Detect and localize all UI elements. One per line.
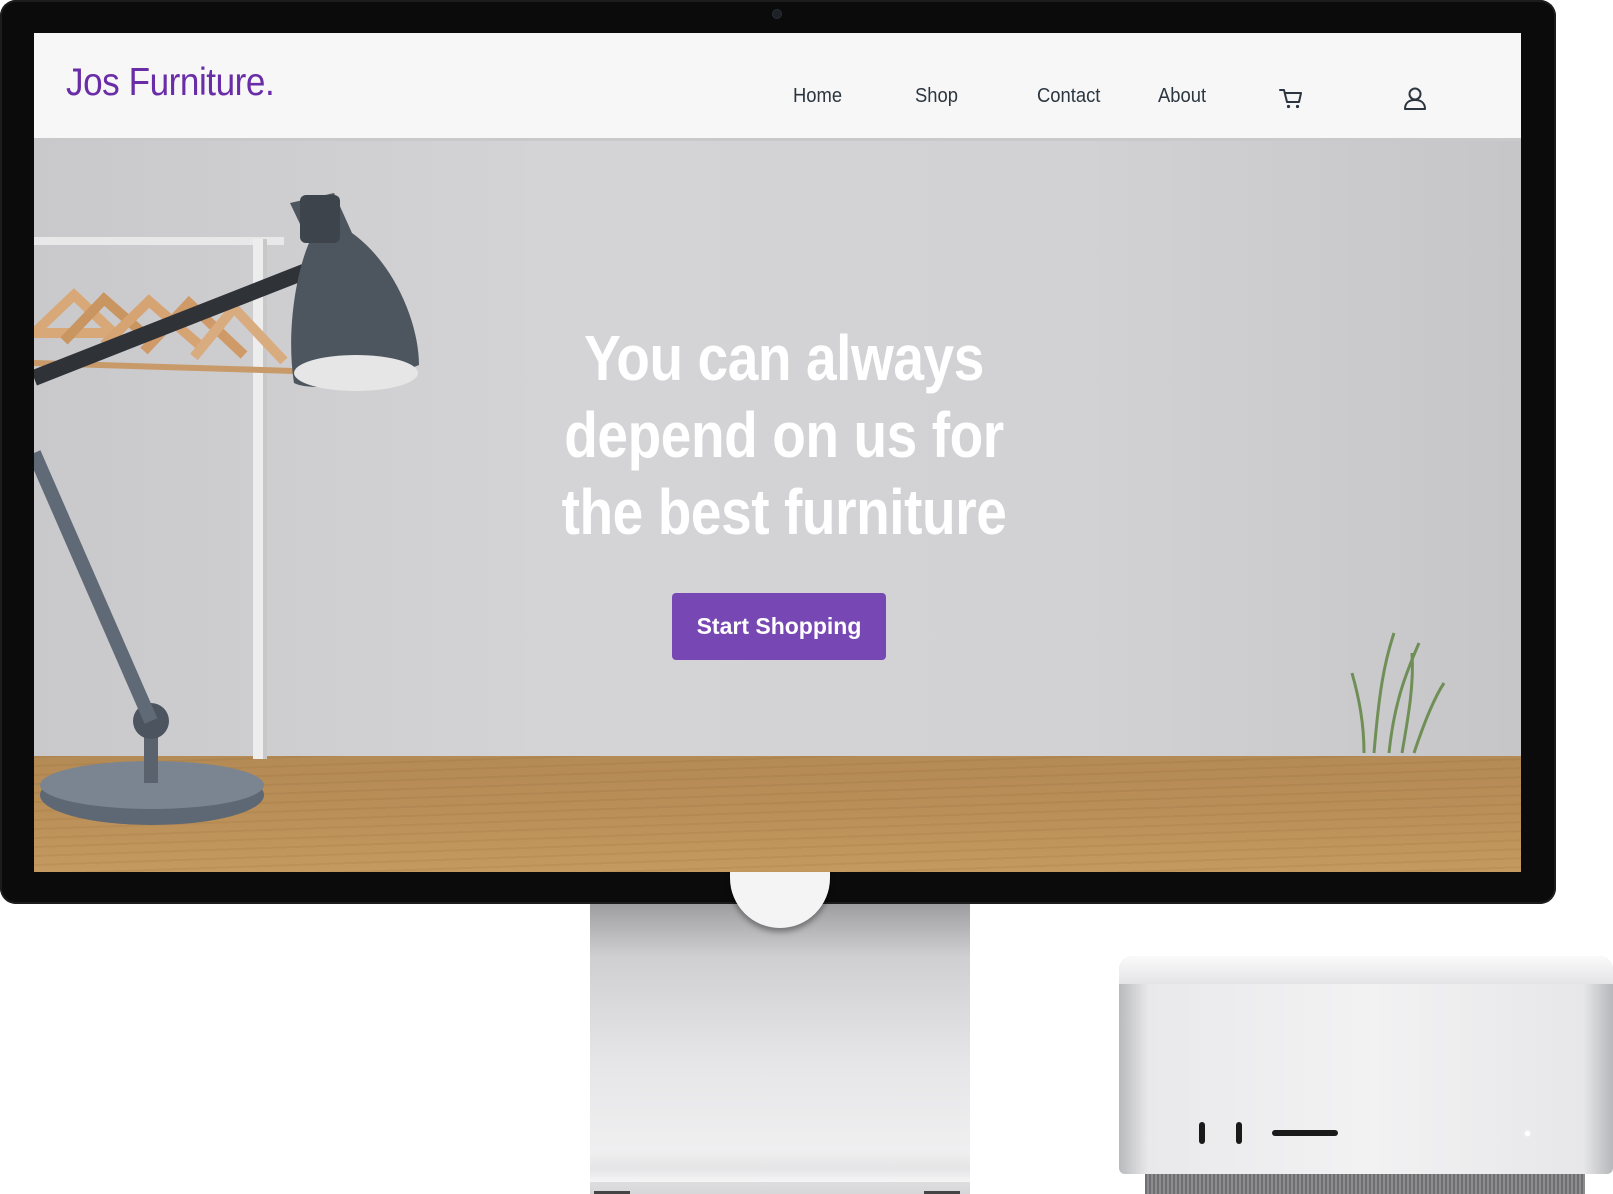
sd-card-slot	[1272, 1130, 1338, 1136]
mac-studio-vent	[1145, 1174, 1585, 1194]
hero-heading: You can always depend on us for the best…	[561, 322, 1007, 548]
site-navbar: Jos Furniture. Home Shop Contact About	[34, 33, 1521, 141]
hero-section: You can always depend on us for the best…	[34, 33, 1521, 872]
brand-logo[interactable]: Jos Furniture.	[66, 61, 275, 105]
camera-dot	[773, 10, 781, 18]
studio-display: You can always depend on us for the best…	[0, 0, 1556, 904]
power-led	[1525, 1131, 1530, 1136]
usb-port	[1199, 1122, 1205, 1144]
plant-illustration	[1350, 632, 1446, 754]
monitor-stand	[590, 904, 970, 1194]
start-shopping-button[interactable]: Start Shopping	[672, 593, 886, 660]
cart-icon[interactable]	[1278, 85, 1304, 111]
mac-studio-top	[1119, 956, 1613, 984]
nav-shop-link[interactable]: Shop	[915, 85, 958, 108]
nav-about-link[interactable]: About	[1158, 85, 1206, 108]
usb-port	[1236, 1122, 1242, 1144]
website-screen: You can always depend on us for the best…	[34, 33, 1521, 872]
user-icon[interactable]	[1402, 85, 1428, 111]
stand-base	[590, 1168, 970, 1182]
nav-contact-link[interactable]: Contact	[1037, 85, 1100, 108]
clothes-rack-illustration	[34, 237, 295, 759]
mac-studio-body	[1119, 956, 1613, 1174]
nav-home-link[interactable]: Home	[793, 85, 842, 108]
desk-lamp-illustration	[34, 193, 419, 825]
